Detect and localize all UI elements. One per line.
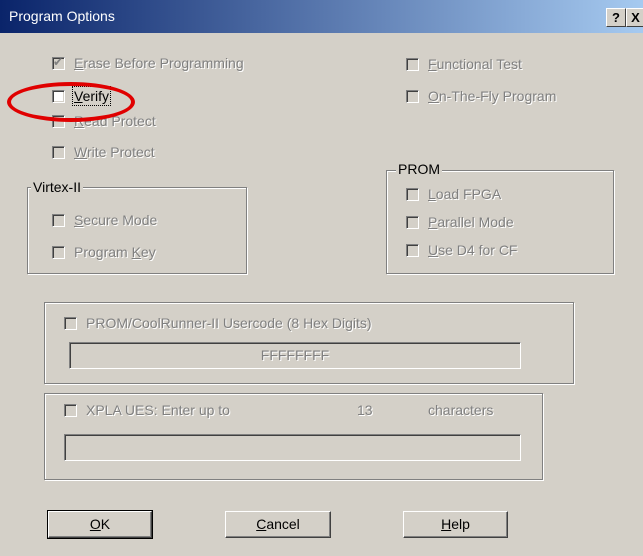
write-protect-checkbox[interactable]: [52, 145, 65, 159]
xpla-ues-input[interactable]: [64, 434, 521, 461]
help-button[interactable]: Help: [403, 511, 508, 538]
xpla-ues-checkbox[interactable]: [64, 403, 77, 417]
annotation-ellipse: [7, 82, 135, 122]
program-key-label: Program Key: [74, 244, 156, 260]
program-key-option[interactable]: Program Key: [52, 242, 156, 262]
usercode-option[interactable]: PROM/CoolRunner-II Usercode (8 Hex Digit…: [64, 313, 375, 333]
checkmark-icon: ✔: [53, 54, 64, 69]
functional-test-checkbox[interactable]: [406, 57, 419, 71]
usercode-checkbox[interactable]: [64, 316, 77, 330]
program-key-checkbox[interactable]: [52, 245, 65, 259]
parallel-mode-checkbox[interactable]: [406, 215, 419, 229]
on-the-fly-program-option[interactable]: On-The-Fly Program: [406, 86, 556, 106]
program-options-dialog: Program Options ? X ✔ Erase Before Progr…: [0, 0, 643, 556]
use-d4-checkbox[interactable]: [406, 243, 419, 257]
virtex-ii-group-title: Virtex-II: [31, 179, 83, 195]
xpla-char-count: 13: [357, 402, 373, 418]
dialog-title: Program Options: [9, 8, 115, 24]
use-d4-label: Use D4 for CF: [428, 242, 518, 258]
secure-mode-option[interactable]: Secure Mode: [52, 210, 157, 230]
xpla-characters-label: characters: [428, 402, 494, 418]
load-fpga-label: Load FPGA: [428, 186, 502, 202]
load-fpga-checkbox[interactable]: [406, 187, 419, 201]
cancel-button[interactable]: Cancel: [225, 511, 331, 538]
erase-checkbox[interactable]: ✔: [52, 54, 65, 70]
load-fpga-option[interactable]: Load FPGA: [406, 184, 501, 204]
usercode-input[interactable]: FFFFFFFF: [69, 342, 521, 369]
secure-mode-label: Secure Mode: [74, 212, 158, 228]
on-the-fly-label: On-The-Fly Program: [428, 88, 557, 104]
erase-label: Erase Before Programming: [74, 55, 244, 71]
xpla-ues-option[interactable]: XPLA UES: Enter up to: [64, 400, 233, 420]
help-icon[interactable]: ?: [606, 8, 626, 27]
title-bar[interactable]: Program Options ? X: [0, 0, 643, 33]
secure-mode-checkbox[interactable]: [52, 213, 65, 227]
erase-before-programming-option[interactable]: ✔ Erase Before Programming: [52, 53, 244, 73]
functional-test-label: Functional Test: [428, 56, 522, 72]
close-icon[interactable]: X: [626, 8, 643, 27]
functional-test-option[interactable]: Functional Test: [406, 54, 522, 74]
write-protect-label: Write Protect: [74, 144, 155, 160]
xpla-ues-label: XPLA UES: Enter up to: [86, 402, 230, 418]
ok-button[interactable]: OK: [47, 510, 153, 539]
on-the-fly-checkbox[interactable]: [406, 89, 419, 103]
use-d4-for-cf-option[interactable]: Use D4 for CF: [406, 240, 517, 260]
parallel-mode-label: Parallel Mode: [428, 214, 514, 230]
parallel-mode-option[interactable]: Parallel Mode: [406, 212, 514, 232]
write-protect-option[interactable]: Write Protect: [52, 142, 155, 162]
prom-group-title: PROM: [396, 161, 442, 177]
usercode-label: PROM/CoolRunner-II Usercode (8 Hex Digit…: [86, 315, 372, 331]
